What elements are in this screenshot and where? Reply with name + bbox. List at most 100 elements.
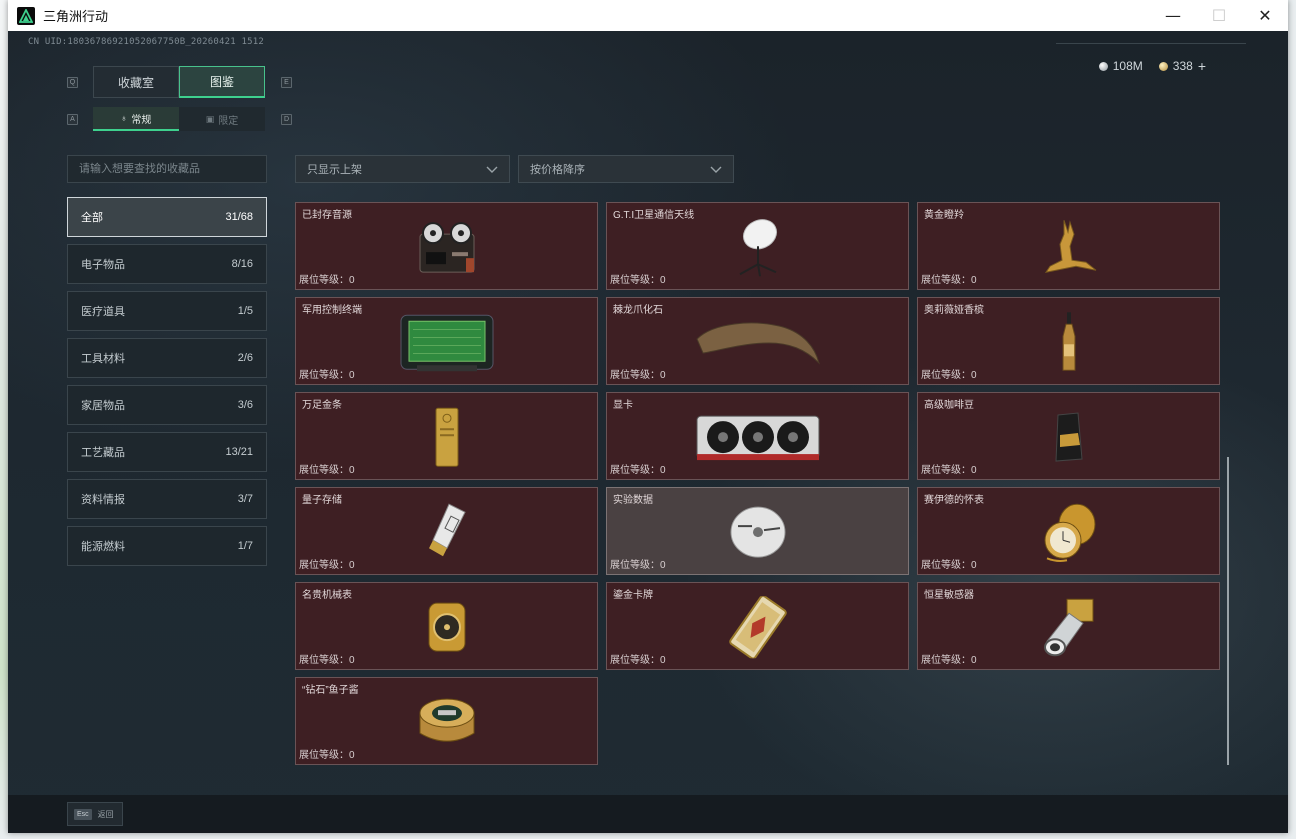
display-level: 展位等级：0	[610, 465, 666, 476]
app-logo-icon	[17, 6, 35, 25]
satellite-dish-icon	[739, 219, 777, 277]
category-count: 13/21	[225, 446, 253, 458]
chevron-down-icon	[486, 166, 498, 173]
category-all[interactable]: 全部 31/68	[67, 197, 267, 237]
collectible-card[interactable]: “钻石”鱼子酱 展位等级：0	[295, 677, 598, 765]
collectible-card[interactable]: 高级咖啡豆 展位等级：0	[917, 392, 1220, 480]
currency-gold: 338 +	[1158, 58, 1206, 74]
player-uid: CN UID:18036786921052067750B_20260421 15…	[28, 37, 264, 47]
window-title: 三角洲行动	[43, 9, 109, 24]
collectible-grid: 已封存音源 展位等级：0 G.T.I卫星通信天线 展位等级：0 黄金瞪羚 展位等…	[295, 202, 1220, 765]
collectible-card[interactable]: 实验数据 展位等级：0	[606, 487, 909, 575]
tab-catalog[interactable]: 图鉴	[179, 66, 265, 98]
collectible-name: G.T.I卫星通信天线	[613, 210, 695, 221]
category-count: 2/6	[237, 352, 253, 364]
listing-filter-dropdown[interactable]: 只显示上架	[295, 155, 510, 183]
collectible-name: 赛伊德的怀表	[924, 495, 984, 506]
collectible-name: 黄金瞪羚	[924, 210, 964, 221]
category-tools[interactable]: 工具材料 2/6	[67, 338, 267, 378]
collectible-card[interactable]: G.T.I卫星通信天线 展位等级：0	[606, 202, 909, 290]
collectible-name: 高级咖啡豆	[924, 400, 974, 411]
category-household[interactable]: 家居物品 3/6	[67, 385, 267, 425]
collectible-card[interactable]: 量子存储 展位等级：0	[295, 487, 598, 575]
collectible-card[interactable]: 棘龙爪化石 展位等级：0	[606, 297, 909, 385]
display-level: 展位等级：0	[610, 560, 666, 571]
display-level: 展位等级：0	[921, 560, 977, 571]
category-medical[interactable]: 医疗道具 1/5	[67, 291, 267, 331]
collectible-card[interactable]: 赛伊德的怀表 展位等级：0	[917, 487, 1220, 575]
collectible-card[interactable]: 黄金瞪羚 展位等级：0	[917, 202, 1220, 290]
display-level: 展位等级：0	[921, 655, 977, 666]
category-label: 资料情报	[81, 494, 125, 506]
back-button[interactable]: Esc 返回	[67, 802, 123, 826]
grid-scrollbar[interactable]	[1227, 457, 1229, 765]
category-energy[interactable]: 能源燃料 1/7	[67, 526, 267, 566]
gold-coin-icon	[1158, 61, 1168, 71]
display-level: 展位等级：0	[299, 370, 355, 381]
currency-silver: 108M	[1098, 59, 1143, 73]
maximize-button[interactable]: ☐	[1196, 0, 1242, 31]
coffee-bag-icon	[1054, 412, 1083, 462]
collectible-card[interactable]: 奥莉薇娅香槟 展位等级：0	[917, 297, 1220, 385]
key-hint-e: E	[281, 77, 292, 88]
category-count: 1/7	[237, 540, 253, 552]
category-crafts[interactable]: 工艺藏品 13/21	[67, 432, 267, 472]
subtab-regular[interactable]: ♁ 常规	[93, 107, 179, 131]
category-label: 工艺藏品	[81, 447, 125, 459]
currency-silver-value: 108M	[1112, 59, 1143, 73]
collectible-name: 奥莉薇娅香槟	[924, 305, 984, 316]
subtab-limited-label: 限定	[218, 115, 239, 127]
display-level: 展位等级：0	[299, 275, 355, 286]
collectible-card[interactable]: 鎏金卡牌 展位等级：0	[606, 582, 909, 670]
graphics-card-icon	[696, 415, 819, 461]
collectible-card[interactable]: 恒星敏感器 展位等级：0	[917, 582, 1220, 670]
collectible-card[interactable]: 万足金条 展位等级：0	[295, 392, 598, 480]
star-sensor-icon	[1043, 598, 1093, 657]
currency-display: 108M 338 +	[1098, 58, 1206, 74]
collectible-name: 恒星敏感器	[924, 590, 974, 601]
title-bar[interactable]: 三角洲行动 — ☐ ✕	[8, 0, 1288, 31]
collection-screen: CN UID:18036786921052067750B_20260421 15…	[8, 31, 1288, 833]
collectible-card[interactable]: 已封存音源 展位等级：0	[295, 202, 598, 290]
pocket-watch-icon	[1044, 503, 1095, 562]
chevron-down-icon	[710, 166, 722, 173]
bottom-bar	[8, 795, 1288, 833]
category-count: 3/6	[237, 399, 253, 411]
display-level: 展位等级：0	[921, 370, 977, 381]
display-level: 展位等级：0	[299, 655, 355, 666]
collectible-name: 量子存储	[302, 495, 342, 506]
category-electronics[interactable]: 电子物品 8/16	[67, 244, 267, 284]
subtab-limited[interactable]: ▣ 限定	[179, 107, 265, 131]
category-list: 全部 31/68 电子物品 8/16 医疗道具 1/5 工具材料 2/6 家居物品 3/6…	[67, 197, 267, 573]
collectible-name: 鎏金卡牌	[613, 590, 653, 601]
search-input[interactable]	[67, 155, 267, 183]
category-label: 工具材料	[81, 353, 125, 365]
main-tabs: 收藏室 图鉴	[93, 66, 265, 98]
sort-value: 按价格降序	[530, 164, 585, 176]
add-currency-button[interactable]: +	[1198, 58, 1206, 74]
desktop-edge	[0, 0, 8, 839]
display-level: 展位等级：0	[921, 465, 977, 476]
collectible-name: 万足金条	[302, 400, 342, 411]
collectible-card[interactable]: 军用控制终端 展位等级：0	[295, 297, 598, 385]
category-label: 能源燃料	[81, 541, 125, 553]
claw-fossil-icon	[695, 322, 820, 365]
military-terminal-icon	[400, 314, 493, 372]
gilded-card-icon	[728, 596, 787, 659]
minimize-button[interactable]: —	[1150, 0, 1196, 31]
close-button[interactable]: ✕	[1242, 0, 1288, 31]
collectible-card[interactable]: 名贵机械表 展位等级：0	[295, 582, 598, 670]
champagne-bottle-icon	[1062, 312, 1075, 371]
collectible-card[interactable]: 显卡 展位等级：0	[606, 392, 909, 480]
category-intel[interactable]: 资料情报 3/7	[67, 479, 267, 519]
display-level: 展位等级：0	[299, 465, 355, 476]
category-count: 8/16	[231, 258, 253, 270]
collectible-name: 棘龙爪化石	[613, 305, 663, 316]
display-level: 展位等级：0	[610, 370, 666, 381]
category-count: 1/5	[237, 305, 253, 317]
tab-collection-room[interactable]: 收藏室	[93, 66, 179, 98]
limited-icon: ▣	[205, 113, 215, 124]
category-label: 电子物品	[81, 259, 125, 271]
sort-dropdown[interactable]: 按价格降序	[518, 155, 734, 183]
collectible-name: 显卡	[613, 400, 633, 411]
